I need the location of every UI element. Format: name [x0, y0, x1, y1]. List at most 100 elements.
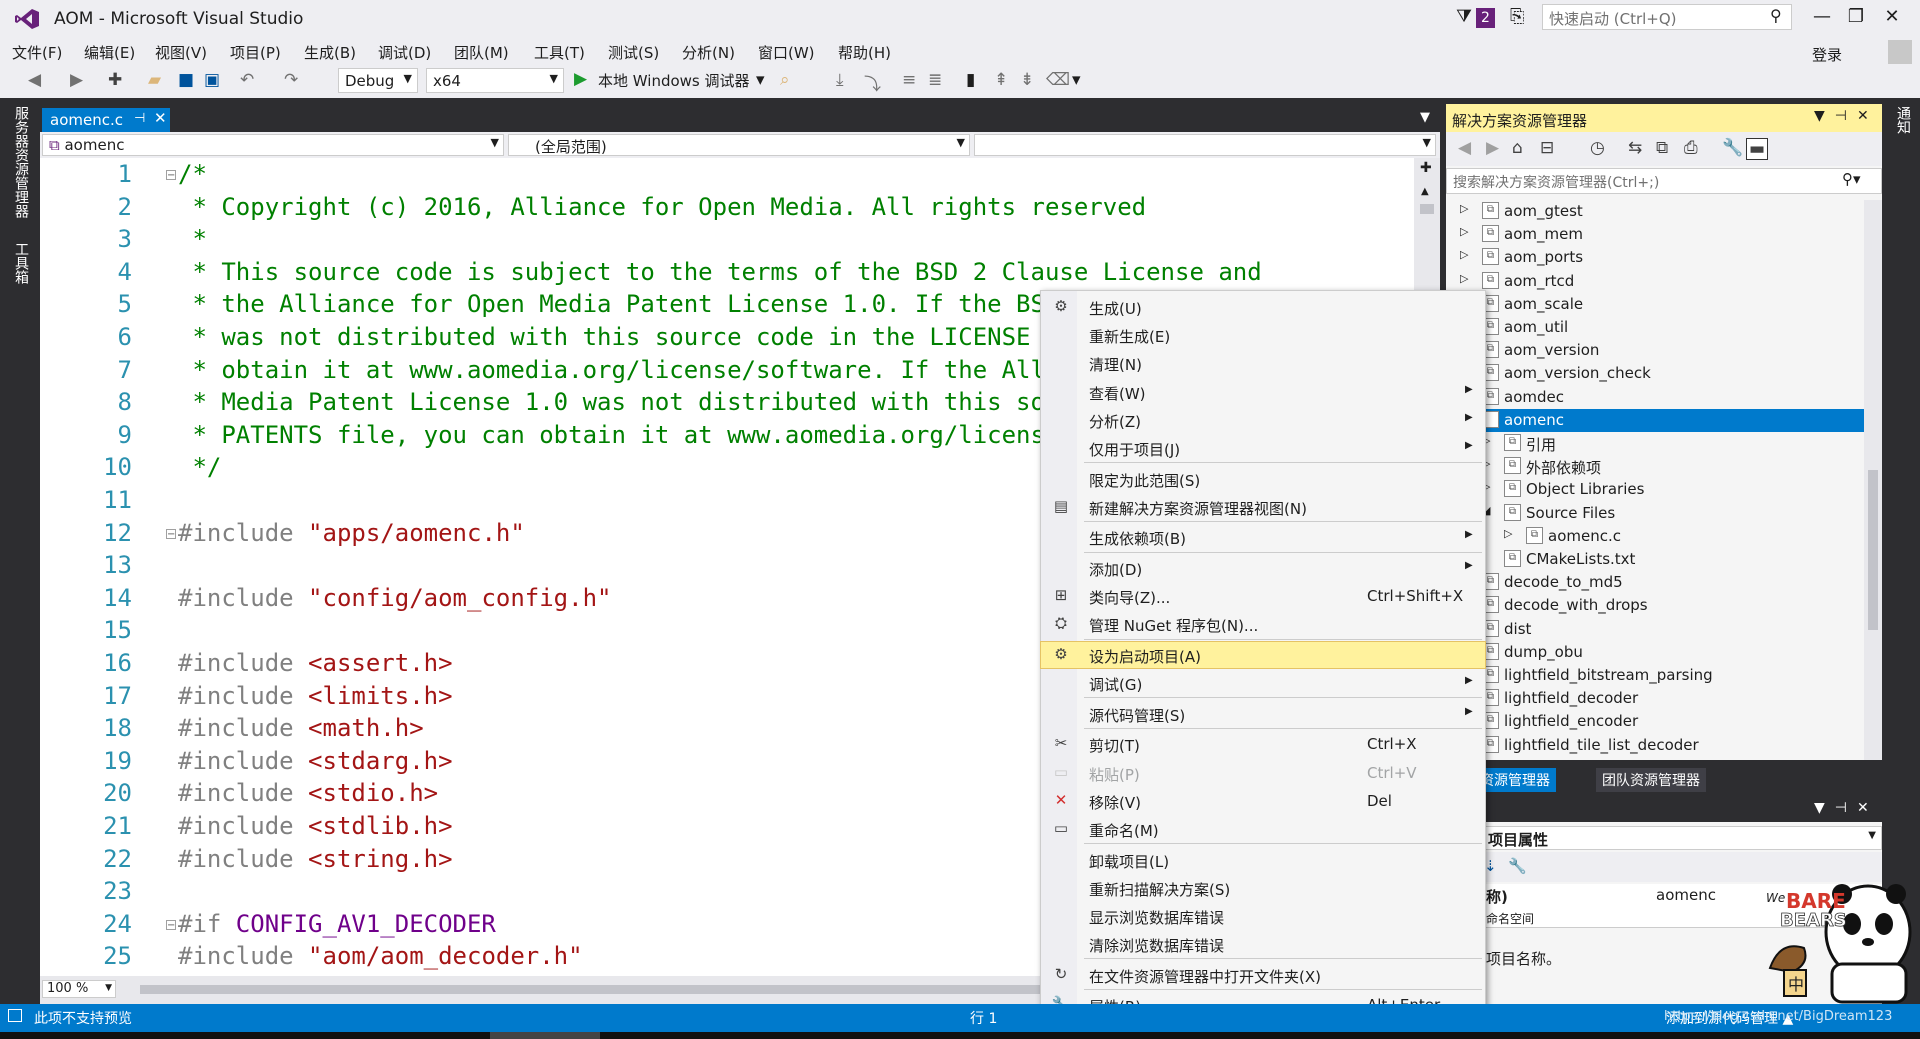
tree-item[interactable]: ▷ ⧉ aom_gtest — [1446, 200, 1866, 223]
toolbox-tab[interactable]: 工具箱 — [11, 242, 31, 284]
scroll-up-icon[interactable]: ▲ — [1421, 186, 1429, 197]
context-menu-item[interactable]: 清理(N) — [1041, 350, 1485, 376]
expand-toggle-icon[interactable]: ▷ — [1504, 527, 1512, 540]
se-back-icon[interactable]: ◀ — [1458, 138, 1471, 158]
prev-bookmark-icon[interactable]: ⇞ — [994, 70, 1008, 90]
tree-item[interactable]: ▷ ⧉ aom_ports — [1446, 246, 1866, 269]
forward-icon[interactable]: ▶ — [70, 70, 83, 90]
code-line[interactable]: #include <limits.h> — [178, 682, 453, 710]
menu-analyze[interactable]: 分析(N) — [682, 42, 735, 63]
search-icon[interactable]: ⚲ — [1770, 6, 1782, 25]
prop-name-value[interactable]: aomenc — [1656, 886, 1716, 904]
search-icon[interactable]: ⚲▾ — [1842, 170, 1861, 188]
redo-icon[interactable]: ↷ — [284, 70, 298, 90]
context-menu-item[interactable]: ▤ 新建解决方案资源管理器视图(N) — [1041, 494, 1485, 520]
code-line[interactable]: #include "apps/aomenc.h" — [178, 519, 525, 547]
save-all-icon[interactable]: ▣ — [204, 70, 220, 90]
context-menu-item[interactable]: 重新生成(E) — [1041, 322, 1485, 348]
tree-item[interactable]: ▷ ⧉ 外部依赖项 — [1446, 455, 1866, 478]
pin-icon[interactable]: ⊣ — [134, 111, 145, 126]
context-menu-item[interactable]: 仅用于项目(J) ▶ — [1041, 435, 1485, 461]
scope-nav-select[interactable]: (全局范围) ▼ — [508, 134, 970, 156]
quick-launch-input[interactable]: 快速启动 (Ctrl+Q) — [1542, 4, 1792, 30]
se-forward-icon[interactable]: ▶ — [1486, 138, 1499, 158]
split-icon[interactable]: ✚ — [1420, 160, 1432, 176]
solutions-views-icon[interactable]: ⊟ — [1540, 138, 1554, 158]
preview-selected-icon[interactable]: ▬ — [1746, 138, 1768, 160]
next-bookmark-icon[interactable]: ⇟ — [1020, 70, 1034, 90]
properties-object-select[interactable]: enc 项目属性 ▼ — [1446, 826, 1882, 850]
tab-team-explorer[interactable]: 团队资源管理器 — [1596, 768, 1706, 792]
project-nav-select[interactable]: ⧉ aomenc ▼ — [42, 134, 504, 156]
code-line[interactable]: #if CONFIG_AV1_DECODER — [178, 910, 496, 938]
code-line[interactable]: #include <stdlib.h> — [178, 812, 453, 840]
undo-icon[interactable]: ↶ — [240, 70, 254, 90]
close-button[interactable]: ✕ — [1874, 6, 1910, 27]
menu-window[interactable]: 窗口(W) — [758, 42, 815, 63]
open-file-icon[interactable]: ▰ — [148, 70, 161, 90]
code-line[interactable]: #include "aom/aom_decoder.h" — [178, 942, 583, 970]
find-in-files-icon[interactable]: ⌕ — [780, 70, 790, 90]
context-menu-item[interactable]: 源代码管理(S) ▶ — [1041, 701, 1485, 727]
tree-item[interactable]: ◢⧉aomenc — [1446, 408, 1866, 432]
notifications-tab[interactable]: 通知 — [1893, 106, 1913, 134]
solution-explorer-scroll-thumb[interactable] — [1868, 470, 1878, 630]
code-line[interactable]: */ — [178, 453, 221, 481]
tree-item[interactable]: ▷ ⧉ aom_rtcd — [1446, 270, 1866, 293]
solution-search-input[interactable]: 搜索解决方案资源管理器(Ctrl+;) — [1446, 168, 1882, 194]
tree-item[interactable]: ▷⧉lightfield_encoder — [1446, 710, 1866, 733]
menu-project[interactable]: 项目(P) — [230, 42, 281, 63]
context-menu-item[interactable]: 显示浏览数据库错误 — [1041, 903, 1485, 929]
tree-item[interactable]: ▷⧉dump_obu — [1446, 641, 1866, 664]
expand-toggle-icon[interactable]: ▷ — [1460, 248, 1468, 261]
code-line[interactable]: #include "config/aom_config.h" — [178, 584, 611, 612]
properties-window-buttons[interactable]: ▼⊣✕ — [1814, 800, 1879, 816]
sync-icon[interactable]: ⇆ — [1628, 138, 1642, 158]
tree-item[interactable]: ▷⧉aom_version — [1446, 339, 1866, 362]
context-menu-item[interactable]: ▭ 粘贴(P) Ctrl+V — [1041, 760, 1485, 786]
editor-scroll-thumb[interactable] — [1420, 204, 1434, 214]
code-line[interactable]: * — [178, 225, 206, 253]
context-menu-item[interactable]: 查看(W) ▶ — [1041, 379, 1485, 405]
code-line[interactable]: * This source code is subject to the ter… — [178, 258, 1261, 286]
configuration-select[interactable]: Debug ▼ — [338, 68, 418, 93]
context-menu-item[interactable]: 分析(Z) ▶ — [1041, 407, 1485, 433]
server-explorer-tab[interactable]: 服务器资源管理器 — [11, 106, 31, 218]
horizontal-scroll-thumb[interactable] — [140, 985, 1040, 994]
tab-aomenc-c[interactable]: aomenc.c ⊣ ✕ — [42, 108, 170, 132]
context-menu-item[interactable]: 卸载项目(L) — [1041, 847, 1485, 873]
tab-list-dropdown-icon[interactable]: ▼ — [1420, 110, 1430, 125]
tree-item[interactable]: ▷ ⧉ 引用 — [1446, 432, 1866, 455]
context-menu-item[interactable]: ✕ 移除(V) Del — [1041, 788, 1485, 814]
notification-badge[interactable]: 2 — [1476, 8, 1495, 28]
context-menu-item[interactable]: ⛭ 管理 NuGet 程序包(N)... — [1041, 611, 1485, 637]
menu-test[interactable]: 测试(S) — [608, 42, 659, 63]
code-line[interactable]: * obtain it at www.aomedia.org/license/s… — [178, 356, 1073, 384]
clear-bookmarks-icon[interactable]: ⌫ — [1046, 70, 1070, 90]
context-menu-item[interactable]: 生成依赖项(B) ▶ — [1041, 524, 1485, 550]
expand-toggle-icon[interactable]: ▷ — [1460, 272, 1468, 285]
tree-item[interactable]: ▷ ⧉ Object Libraries — [1446, 478, 1866, 501]
menu-file[interactable]: 文件(F) — [12, 42, 62, 63]
menu-build[interactable]: 生成(B) — [304, 42, 356, 63]
menu-tools[interactable]: 工具(T) — [534, 42, 585, 63]
comment-icon[interactable]: ≡ — [902, 70, 916, 90]
code-line[interactable]: * Media Patent License 1.0 was not distr… — [178, 388, 1073, 416]
code-line[interactable]: #include <stdio.h> — [178, 779, 438, 807]
feedback-icon[interactable]: ⎘ — [1510, 6, 1524, 27]
taskbar-app[interactable] — [490, 1032, 600, 1039]
properties-icon[interactable]: 🔧 — [1722, 138, 1743, 158]
code-line[interactable]: * was not distributed with this source c… — [178, 323, 1073, 351]
tree-item[interactable]: ⧉ CMakeLists.txt — [1446, 548, 1866, 571]
save-icon[interactable]: ■ — [178, 70, 194, 90]
menu-team[interactable]: 团队(M) — [454, 42, 509, 63]
panel-window-buttons[interactable]: ▼⊣✕ — [1814, 108, 1879, 124]
step-over-icon[interactable]: ⤵ — [864, 70, 881, 95]
start-debug-button[interactable]: 本地 Windows 调试器 — [598, 70, 750, 91]
code-line[interactable]: * Copyright (c) 2016, Alliance for Open … — [178, 193, 1146, 221]
tree-item[interactable]: ▷⧉lightfield_tile_list_decoder — [1446, 734, 1866, 757]
pending-changes-icon[interactable]: ◷ — [1590, 138, 1605, 158]
context-menu-item[interactable]: 限定为此范围(S) — [1041, 466, 1485, 492]
menu-edit[interactable]: 编辑(E) — [84, 42, 135, 63]
context-menu-item[interactable]: 添加(D) ▶ — [1041, 555, 1485, 581]
